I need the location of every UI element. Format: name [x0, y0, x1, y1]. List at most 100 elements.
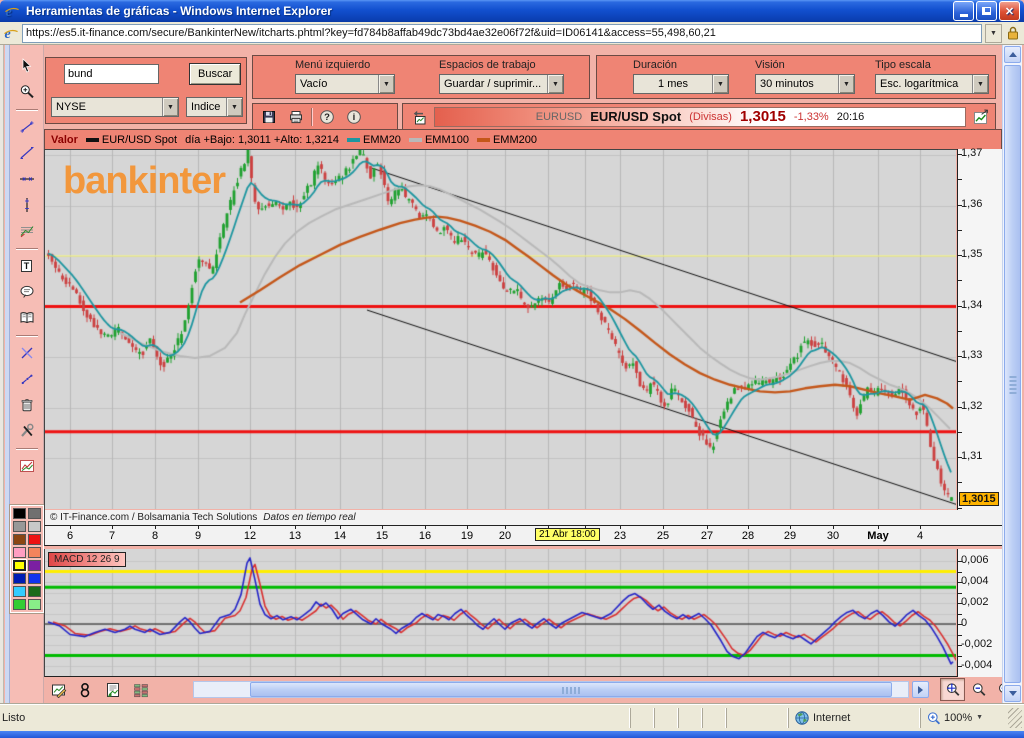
scroll-right-button[interactable]: [912, 681, 929, 698]
palette-color-12[interactable]: [13, 586, 26, 597]
chart-style-tool-icon[interactable]: [14, 454, 40, 478]
date-tick-label: 12: [244, 530, 256, 542]
menu-left-select[interactable]: Vacío ▼: [295, 74, 395, 94]
pointer-tool-icon[interactable]: [14, 54, 40, 78]
macd-axis: 0,0060,0040,0020-0,002-0,004: [957, 549, 1002, 677]
scroll-up-button[interactable]: [1004, 46, 1021, 63]
zoom-out-button[interactable]: [966, 678, 991, 701]
vertical-line-tool-icon[interactable]: [14, 193, 40, 217]
macd-chart-area[interactable]: MACD 12 26 9: [44, 549, 957, 677]
info-button[interactable]: i: [342, 106, 366, 128]
macd-chart-canvas[interactable]: [45, 549, 956, 676]
palette-color-15[interactable]: [28, 599, 41, 610]
url-field[interactable]: https://es5.it-finance.com/secure/Bankin…: [22, 24, 982, 43]
palette-color-7[interactable]: [28, 547, 41, 558]
toolbar-separator: [16, 448, 38, 449]
chart-bottom-bar: [44, 677, 1002, 703]
fibonacci-tool-icon[interactable]: [14, 219, 40, 243]
link-charts-icon[interactable]: [74, 679, 96, 701]
close-button[interactable]: ✕: [999, 1, 1020, 21]
segment-tool-icon[interactable]: [14, 115, 40, 139]
vision-select[interactable]: 30 minutos ▼: [755, 74, 855, 94]
price-tick-label: 1,36: [961, 198, 982, 210]
help-button[interactable]: ?: [315, 106, 339, 128]
palette-color-8[interactable]: [13, 560, 26, 571]
restore-button[interactable]: [976, 1, 997, 21]
legend-instrument: EUR/USD Spot: [86, 134, 177, 146]
left-splitter[interactable]: [0, 45, 10, 703]
macd-label: MACD 12 26 9: [48, 552, 126, 567]
horizontal-scrollbar[interactable]: [193, 681, 909, 698]
palette-color-2[interactable]: [13, 521, 26, 532]
address-bar: e https://es5.it-finance.com/secure/Bank…: [0, 22, 1024, 45]
vertical-scrollbar[interactable]: [1002, 45, 1022, 703]
previous-chart-button[interactable]: [406, 106, 430, 128]
extend-line-tool-icon[interactable]: [14, 367, 40, 391]
url-dropdown-button[interactable]: ▼: [985, 24, 1002, 43]
chart-report-icon[interactable]: [102, 679, 124, 701]
date-tick-label: 14: [334, 530, 346, 542]
legend-valor-label: Valor: [51, 134, 78, 146]
palette-color-5[interactable]: [28, 534, 41, 545]
legend-emm20: EMM20: [347, 134, 401, 146]
delete-line-tool-icon[interactable]: [14, 341, 40, 365]
palette-color-11[interactable]: [28, 573, 41, 584]
window-title: Herramientas de gráficas - Windows Inter…: [26, 4, 332, 18]
emm20-swatch: [347, 138, 360, 142]
svg-text:i: i: [353, 112, 356, 123]
exchange-select[interactable]: NYSE ▼: [51, 97, 179, 117]
save-button[interactable]: [257, 106, 281, 128]
search-button[interactable]: Buscar: [189, 63, 241, 85]
title-bar[interactable]: e Herramientas de gráficas - Windows Int…: [0, 0, 1024, 22]
emm200-swatch: [477, 138, 490, 142]
palette-color-9[interactable]: [28, 560, 41, 571]
palette-color-3[interactable]: [28, 521, 41, 532]
date-tick-label: 29: [784, 530, 796, 542]
resize-grip[interactable]: [1008, 708, 1022, 728]
chevron-down-icon: ▼: [547, 75, 563, 93]
palette-color-10[interactable]: [13, 573, 26, 584]
legend-emm200: EMM200: [477, 134, 537, 146]
trash-tool-icon[interactable]: [14, 393, 40, 417]
scale-type-select[interactable]: Esc. logarítmica ▼: [875, 74, 989, 94]
status-bar: Listo Internet 100% ▼: [0, 703, 1024, 731]
chart-edit-icon[interactable]: [48, 679, 70, 701]
scale-type-label: Tipo escala: [875, 59, 931, 71]
minimize-button[interactable]: [953, 1, 974, 21]
horizontal-line-tool-icon[interactable]: [14, 167, 40, 191]
text-tool-icon[interactable]: T: [14, 254, 40, 278]
notes-tool-icon[interactable]: [14, 306, 40, 330]
category-select[interactable]: Indice ▼: [186, 97, 243, 117]
search-input[interactable]: [64, 64, 159, 84]
chart-table-icon[interactable]: [130, 679, 152, 701]
settings-tool-icon[interactable]: [14, 419, 40, 443]
date-tick-label: May: [867, 530, 888, 542]
palette-color-0[interactable]: [13, 508, 26, 519]
horizontal-scrollbar-thumb[interactable]: [250, 682, 892, 697]
print-button[interactable]: [284, 106, 308, 128]
open-chart-button[interactable]: [970, 106, 992, 128]
duration-select[interactable]: 1 mes ▼: [633, 74, 729, 94]
vertical-scrollbar-thumb[interactable]: [1004, 65, 1021, 683]
realtime-text: Datos en tiempo real: [263, 512, 355, 523]
palette-color-1[interactable]: [28, 508, 41, 519]
zoom-level-text: 100%: [944, 712, 972, 724]
workspaces-select[interactable]: Guardar / suprimir... ▼: [439, 74, 564, 94]
zoom-tool-icon[interactable]: [14, 80, 40, 104]
vision-label: Visión: [755, 59, 785, 71]
zoom-level-panel[interactable]: 100% ▼: [920, 708, 1008, 728]
palette-color-14[interactable]: [13, 599, 26, 610]
status-text: Listo: [2, 712, 630, 724]
price-chart-canvas[interactable]: [45, 150, 956, 509]
toolbar-separator: [16, 248, 38, 249]
comment-tool-icon[interactable]: [14, 280, 40, 304]
zoom-fit-button[interactable]: [940, 678, 965, 701]
palette-color-6[interactable]: [13, 547, 26, 558]
palette-color-13[interactable]: [28, 586, 41, 597]
scroll-down-button[interactable]: [1004, 685, 1021, 702]
trendline-tool-icon[interactable]: [14, 141, 40, 165]
browser-window: e Herramientas de gráficas - Windows Int…: [0, 0, 1024, 738]
date-tick-label: 15: [376, 530, 388, 542]
price-chart-area[interactable]: bankinter: [44, 149, 957, 510]
palette-color-4[interactable]: [13, 534, 26, 545]
